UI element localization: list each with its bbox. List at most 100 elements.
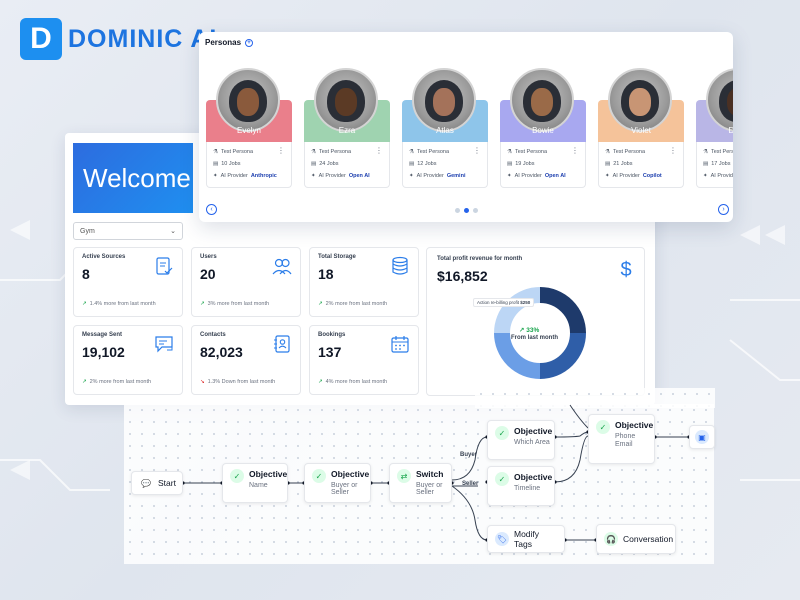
persona-provider-row: ✦ AI Provider Open AI [507,173,566,179]
persona-jobs-row: ▤ 17 Jobs [703,161,731,167]
pager-dot[interactable] [455,208,460,213]
astronaut-helmet [327,80,365,122]
more-options-icon[interactable]: ⋮ [375,146,383,155]
document-check-icon [156,257,173,275]
stat-card-users[interactable]: Users 20 ↗ 3% more from last month [191,247,301,317]
persona-details: ⋮ ⚗Test Pers ▤17 Jobs ✦AI Provid [696,142,733,188]
stat-card-total-storage[interactable]: Total Storage 18 ↗ 2% more from last mont… [309,247,419,317]
persona-card[interactable]: Bowie ⋮ ⚗ Test Persona ▤ 19 Jobs ✦ AI Provi… [500,68,586,188]
flow-node-objective-area[interactable]: ✓ Objective Which Area [487,420,555,460]
chevron-down-icon: ⌄ [170,228,176,235]
briefcase-icon: ▤ [409,161,415,167]
tag-icon: 🏷 [495,532,509,546]
contact-book-icon [274,335,290,353]
flask-icon: ⚗ [409,149,414,155]
stat-card-message-sent[interactable]: Message Sent 19,102 ↗ 2% more from last m… [73,325,183,395]
persona-avatar [510,68,574,132]
sparkle-icon: ✦ [507,173,512,179]
svg-text:$: $ [620,259,631,280]
persona-type-row: ⚗ Test Persona [605,149,646,155]
persona-details: ⋮ ⚗ Test Persona ▤ 12 Jobs ✦ AI Provider Gem… [402,142,488,188]
astronaut-helmet [719,80,733,122]
donut-segment-0[interactable] [539,287,586,334]
persona-provider-row: ✦ AI Provider Open AI [311,173,370,179]
flow-node-objective-phone[interactable]: ✓ Objective Phone Email [588,414,655,464]
flow-node-start[interactable]: 💬 Start [131,471,183,495]
workspace-select[interactable]: Gym ⌄ [73,222,183,240]
persona-card[interactable]: Violet ⋮ ⚗ Test Persona ▤ 21 Jobs ✦ AI Prov… [598,68,684,188]
more-options-icon[interactable]: ⋮ [669,146,677,155]
briefcase-icon: ▤ [213,161,219,167]
persona-face [433,88,455,116]
sparkle-icon: ✦ [605,173,610,179]
persona-avatar [314,68,378,132]
persona-card[interactable]: Evelyn ⋮ ⚗ Test Persona ▤ 10 Jobs ✦ AI Prov… [206,68,292,188]
pager-dot-active[interactable] [464,208,469,213]
add-persona-icon[interactable]: + [245,38,254,47]
stat-trend: ↗ 3% more from last month [200,301,270,307]
more-options-icon[interactable]: ⋮ [277,146,285,155]
donut-tooltip: Action re-billing profit $250 [473,298,535,307]
brand-logo[interactable]: D DOMINIC AI [20,18,217,60]
flow-node-objective-name[interactable]: ✓ Objective Name [222,463,288,503]
stat-card-bookings[interactable]: Bookings 137 ↗ 4% more from last month [309,325,419,395]
persona-type-row: ⚗ Test Persona [507,149,548,155]
edge-label-buyer: Buyer [460,452,478,458]
persona-provider-row: ✦ AI Provider Anthropic [213,173,277,179]
persona-face [531,88,553,116]
flow-node-next[interactable]: ▣ [689,425,715,449]
carousel-prev-button[interactable]: ‹ [206,204,217,215]
briefcase-icon: ▤ [311,161,317,167]
persona-name: Desm [728,126,733,135]
stat-card-contacts[interactable]: Contacts 82,023 ↘ 1.3% Down from last mon… [191,325,301,395]
persona-jobs-row: ▤ 12 Jobs [409,161,437,167]
calendar-icon: ▣ [695,430,709,444]
welcome-banner: Welcome [73,143,193,213]
persona-details: ⋮ ⚗ Test Persona ▤ 19 Jobs ✦ AI Provider Ope… [500,142,586,188]
dollar-icon: $ [620,259,631,280]
trend-up-icon: ↗ [200,301,205,307]
flask-icon: ⚗ [605,149,610,155]
flow-node-modify-tags[interactable]: 🏷 Modify Tags [487,525,565,553]
carousel-next-button[interactable]: › [718,204,729,215]
trend-up-icon: ↗ [82,301,87,307]
stat-card-active-sources[interactable]: Active Sources 8 ↗ 1.4% more from last mo… [73,247,183,317]
persona-type-row: ⚗ Test Pers [703,149,733,155]
check-circle-icon: ✓ [495,426,509,440]
persona-jobs-row: ▤ 10 Jobs [213,161,241,167]
persona-card[interactable]: Ezra ⋮ ⚗ Test Persona ▤ 24 Jobs ✦ AI Provid… [304,68,390,188]
edge-label-seller: Seller [462,481,479,487]
personas-title: Personas + [205,38,254,47]
check-circle-icon: ✓ [230,469,244,483]
persona-card[interactable]: Atlas ⋮ ⚗ Test Persona ▤ 12 Jobs ✦ AI Provi… [402,68,488,188]
persona-provider-row: ✦ AI Provider Copilot [605,173,662,179]
persona-avatar [216,68,280,132]
persona-details: ⋮ ⚗ Test Persona ▤ 10 Jobs ✦ AI Provider Ant… [206,142,292,188]
trend-up-icon: ↗ [318,379,323,385]
stat-trend: ↘ 1.3% Down from last month [200,379,276,385]
persona-card[interactable]: Desm ⋮ ⚗Test Pers ▤17 Jobs ✦AI Provid [696,68,733,188]
flow-node-conversation[interactable]: 🎧 Conversation [596,524,676,554]
persona-avatar [412,68,476,132]
persona-face [237,88,259,116]
check-circle-icon: ✓ [596,420,610,434]
persona-name: Violet [631,126,651,135]
astronaut-helmet [621,80,659,122]
donut-center-percent: ↗ 33% [519,327,540,334]
flow-node-objective-buyer-seller[interactable]: ✓ Objective Buyer or Seller [304,463,371,503]
calendar-icon [391,336,409,353]
revenue-card[interactable]: Total profit revenue for month $16,852 $… [426,247,645,396]
flow-node-objective-timeline[interactable]: ✓ Objective Timeline [487,466,555,506]
flask-icon: ⚗ [213,149,218,155]
donut-center-label: From last month [511,335,559,341]
persona-face [629,88,651,116]
more-options-icon[interactable]: ⋮ [571,146,579,155]
more-options-icon[interactable]: ⋮ [473,146,481,155]
sparkle-icon: ✦ [703,173,708,179]
persona-name: Evelyn [236,126,261,135]
astronaut-helmet [523,80,561,122]
pager-dot[interactable] [473,208,478,213]
workspace-select-value: Gym [80,227,95,235]
sparkle-icon: ✦ [409,173,414,179]
flow-node-switch[interactable]: ⇄ Switch Buyer or Seller [389,463,452,503]
